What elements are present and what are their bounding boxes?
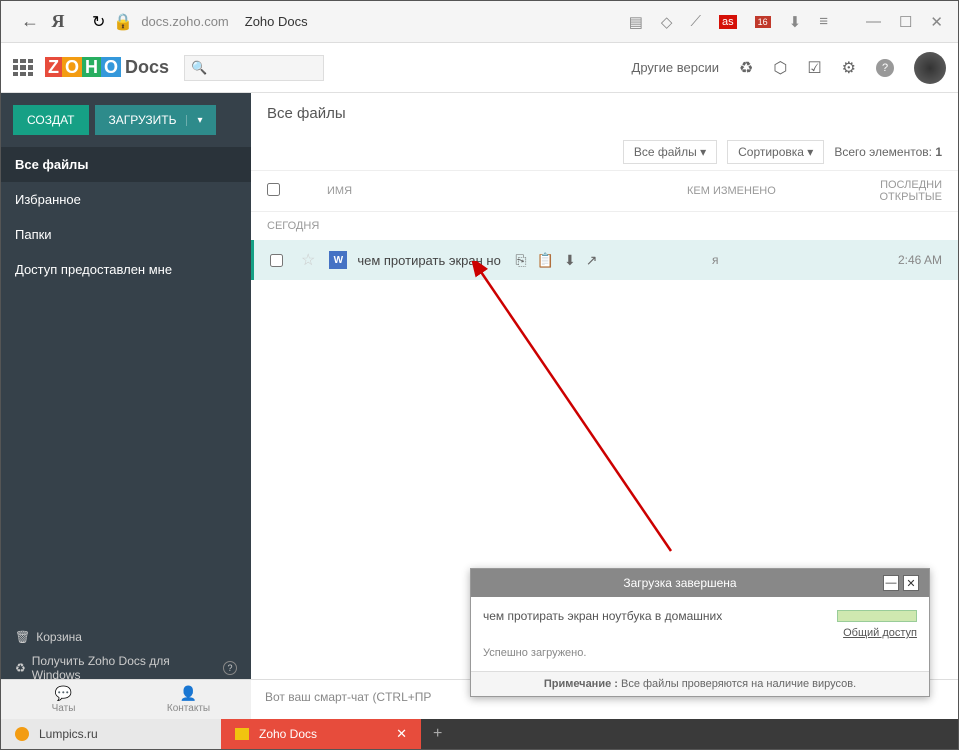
tab-close-icon[interactable]: ✕ (396, 726, 407, 742)
download-icon[interactable]: ⬇ (564, 252, 576, 269)
section-today: СЕГОДНЯ (251, 212, 958, 240)
share-link[interactable]: Общий доступ (483, 627, 917, 639)
create-button[interactable]: СОЗДАТ (13, 105, 89, 135)
user-avatar[interactable] (914, 52, 946, 84)
chat-icon: 💬 (55, 685, 72, 702)
app-header: ZOHODocs 🔍 Другие версии ♻ ⬡ ☑ ⚙ ? (1, 43, 958, 93)
download-icon[interactable]: ⬇ (789, 13, 802, 31)
file-modified-by: я (712, 253, 872, 267)
apps-grid-icon[interactable] (13, 59, 33, 77)
trash-icon: 🗑 (15, 630, 30, 644)
close-window-icon[interactable]: ✕ (930, 13, 943, 31)
upload-label: ЗАГРУЗИТЬ (109, 113, 177, 127)
sidebar-item-shared[interactable]: Доступ предоставлен мне (1, 252, 251, 287)
search-input[interactable]: 🔍 (184, 55, 324, 81)
file-row[interactable]: ☆ W чем протирать экран но ⎘ 📋 ⬇ ↗ я 2:4… (251, 240, 958, 280)
feed-icon[interactable]: ⟋ (690, 13, 701, 30)
col-last-opened[interactable]: ПОСЛЕДНИ ОТКРЫТЫЕ (847, 179, 942, 203)
versions-link[interactable]: Другие версии (632, 60, 719, 75)
address-bar[interactable]: ↻ 🔒 docs.zoho.com Zoho Docs (92, 12, 629, 32)
copy-icon[interactable]: ⎘ (515, 252, 526, 269)
chat-tab-contacts[interactable]: 👤Контакты (126, 680, 251, 719)
chat-tabs: 💬Чаты 👤Контакты (1, 679, 251, 719)
file-time: 2:46 AM (872, 253, 942, 267)
lumpics-icon (15, 727, 29, 741)
row-checkbox[interactable] (270, 254, 283, 267)
sync-icon[interactable]: ♻ (739, 58, 753, 78)
page-title-text: Zoho Docs (245, 14, 308, 29)
menu-icon[interactable]: ≡ (819, 13, 828, 30)
upload-popup: Загрузка завершена — ✕ чем протирать экр… (470, 568, 930, 697)
taskbar-tab-zoho[interactable]: Zoho Docs ✕ (221, 719, 421, 749)
adblock-icon[interactable]: 16 (755, 16, 771, 28)
gear-icon[interactable]: ⚙ (842, 58, 856, 78)
select-all-checkbox[interactable] (267, 183, 280, 196)
upload-status: Успешно загружено. (483, 647, 917, 659)
chevron-down-icon[interactable]: ▾ (186, 115, 202, 126)
help-icon[interactable]: ? (223, 661, 237, 675)
popup-header[interactable]: Загрузка завершена — ✕ (471, 569, 929, 597)
sync-icon: ♻ (15, 661, 26, 675)
tasks-icon[interactable]: ☑ (807, 58, 821, 78)
help-icon[interactable]: ? (876, 59, 894, 77)
content-title: Все файлы (251, 93, 958, 134)
col-name[interactable]: ИМЯ (327, 185, 687, 197)
maximize-icon[interactable]: ☐ (899, 13, 912, 31)
folder-icon (235, 728, 249, 740)
sort-dropdown[interactable]: Сортировка ▾ (727, 140, 824, 164)
content-toolbar: Все файлы ▾ Сортировка ▾ Всего элементов… (251, 134, 958, 171)
lock-icon: 🔒 (113, 12, 133, 32)
lastfm-icon[interactable]: as (719, 15, 737, 29)
popup-title: Загрузка завершена (481, 576, 879, 590)
sidebar-trash[interactable]: 🗑Корзина (15, 625, 237, 649)
share-icon[interactable]: ↗ (586, 252, 598, 269)
bookmark-icon[interactable]: ◇ (661, 13, 673, 31)
star-icon[interactable]: ☆ (301, 250, 315, 270)
upload-button[interactable]: ЗАГРУЗИТЬ ▾ (95, 105, 217, 135)
os-taskbar: Lumpics.ru Zoho Docs ✕ + (1, 719, 958, 749)
yandex-button[interactable]: Я (44, 8, 72, 36)
progress-bar (837, 610, 917, 622)
minimize-icon[interactable]: — (866, 13, 881, 30)
url-text: docs.zoho.com (141, 14, 228, 29)
new-tab-button[interactable]: + (421, 725, 454, 743)
popup-minimize[interactable]: — (883, 575, 899, 591)
popup-close[interactable]: ✕ (903, 575, 919, 591)
contacts-icon: 👤 (180, 685, 197, 702)
calendar-icon[interactable]: 📋 (537, 252, 554, 269)
filter-dropdown[interactable]: Все файлы ▾ (623, 140, 717, 164)
col-modified[interactable]: КЕМ ИЗМЕНЕНО (687, 185, 847, 197)
table-header: ИМЯ КЕМ ИЗМЕНЕНО ПОСЛЕДНИ ОТКРЫТЫЕ (251, 171, 958, 212)
dropbox-icon[interactable]: ⬡ (773, 58, 787, 78)
sidebar-item-folders[interactable]: Папки (1, 217, 251, 252)
item-count: Всего элементов: 1 (834, 145, 942, 159)
sidebar-item-favorites[interactable]: Избранное (1, 182, 251, 217)
back-button[interactable]: ← (16, 8, 44, 36)
reload-icon[interactable]: ↻ (92, 12, 105, 32)
file-name[interactable]: чем протирать экран но (357, 253, 507, 268)
popup-footer: Примечание : Все файлы проверяются на на… (471, 671, 929, 696)
taskbar-tab-lumpics[interactable]: Lumpics.ru (1, 719, 221, 749)
word-file-icon: W (329, 251, 347, 269)
chat-tab-chats[interactable]: 💬Чаты (1, 680, 126, 719)
zoho-logo[interactable]: ZOHODocs (45, 57, 169, 78)
browser-toolbar: ← Я ↻ 🔒 docs.zoho.com Zoho Docs ▤ ◇ ⟋ as… (1, 1, 958, 43)
tab-icon[interactable]: ▤ (629, 13, 643, 31)
sidebar: СОЗДАТ ЗАГРУЗИТЬ ▾ Все файлы Избранное П… (1, 93, 251, 719)
sidebar-item-all-files[interactable]: Все файлы (1, 147, 251, 182)
popup-filename: чем протирать экран ноутбука в домашних (483, 609, 722, 623)
